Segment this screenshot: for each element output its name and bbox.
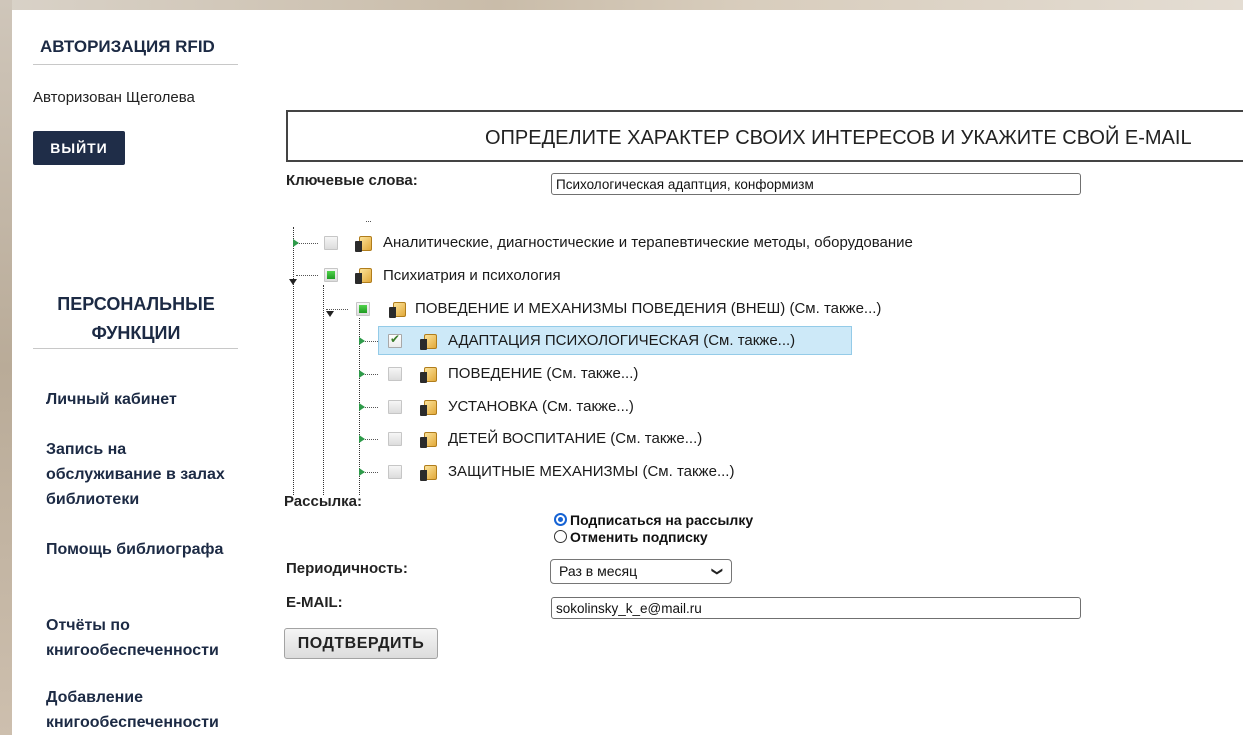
email-field[interactable] bbox=[551, 597, 1081, 619]
folder-icon bbox=[420, 464, 437, 481]
auth-divider bbox=[33, 64, 238, 65]
tree-checkbox-partial[interactable] bbox=[324, 268, 338, 282]
mailing-label: Рассылка: bbox=[284, 493, 363, 510]
tree-guide bbox=[296, 243, 318, 244]
menu-add-book-supply[interactable]: Добавление книгообеспеченности bbox=[46, 685, 246, 735]
keywords-input[interactable] bbox=[551, 173, 1081, 195]
menu-reading-room-booking[interactable]: Запись на обслуживание в залах библиотек… bbox=[46, 437, 246, 512]
tree-guide bbox=[296, 275, 318, 276]
tree-node-label[interactable]: ДЕТЕЙ ВОСПИТАНИЕ (См. также...) bbox=[448, 430, 702, 447]
menu-book-supply-reports[interactable]: Отчёты по книгообеспеченности bbox=[46, 613, 246, 663]
rfid-auth-title: АВТОРИЗАЦИЯ RFID bbox=[40, 37, 215, 56]
period-select-value: Раз в месяц bbox=[559, 563, 638, 579]
tree-guide bbox=[366, 221, 371, 222]
menu-bibliographer-help[interactable]: Помощь библиографа bbox=[46, 537, 246, 562]
tree-node-label[interactable]: ЗАЩИТНЫЕ МЕХАНИЗМЫ (См. также...) bbox=[448, 463, 734, 480]
chevron-down-icon: ❯ bbox=[710, 566, 723, 577]
tree-checkbox[interactable] bbox=[388, 367, 402, 381]
page-header: ОПРЕДЕЛИТЕ ХАРАКТЕР СВОИХ ИНТЕРЕСОВ И УК… bbox=[286, 110, 1243, 162]
personal-divider bbox=[33, 348, 238, 349]
keywords-label: Ключевые слова: bbox=[286, 172, 418, 189]
expand-arrow-icon[interactable] bbox=[359, 435, 365, 443]
collapse-arrow-icon[interactable] bbox=[289, 279, 297, 285]
page-title: ОПРЕДЕЛИТЕ ХАРАКТЕР СВОИХ ИНТЕРЕСОВ И УК… bbox=[485, 127, 1192, 149]
tree-checkbox[interactable] bbox=[324, 236, 338, 250]
personal-functions-title: ПЕРСОНАЛЬНЫЕ ФУНКЦИИ bbox=[57, 294, 215, 343]
window-left-backdrop bbox=[0, 0, 12, 735]
expand-arrow-icon[interactable] bbox=[359, 468, 365, 476]
menu-personal-account[interactable]: Личный кабинет bbox=[46, 387, 246, 412]
period-label: Периодичность: bbox=[286, 560, 408, 577]
tree-node-label[interactable]: Психиатрия и психология bbox=[383, 267, 561, 284]
unsubscribe-label: Отменить подписку bbox=[570, 529, 708, 545]
tree-guide bbox=[323, 285, 324, 495]
folder-icon bbox=[420, 366, 437, 383]
folder-icon bbox=[355, 235, 372, 252]
collapse-arrow-icon[interactable] bbox=[326, 311, 334, 317]
expand-arrow-icon[interactable] bbox=[359, 403, 365, 411]
logout-button[interactable]: ВЫЙТИ bbox=[33, 131, 125, 165]
folder-icon bbox=[389, 301, 406, 318]
period-select[interactable]: Раз в месяц ❯ bbox=[550, 559, 732, 584]
window-top-backdrop bbox=[0, 0, 1243, 10]
subscribe-radio-option[interactable]: Подписаться на рассылку bbox=[554, 512, 753, 528]
tree-checkbox[interactable] bbox=[388, 465, 402, 479]
expand-arrow-icon[interactable] bbox=[359, 370, 365, 378]
radio-unselected-icon[interactable] bbox=[554, 530, 567, 543]
confirm-button[interactable]: ПОДТВЕРДИТЬ bbox=[284, 628, 438, 659]
tree-node-label[interactable]: ПОВЕДЕНИЕ (См. также...) bbox=[448, 365, 638, 382]
unsubscribe-radio-option[interactable]: Отменить подписку bbox=[554, 529, 708, 545]
expand-arrow-icon[interactable] bbox=[359, 337, 365, 345]
folder-icon bbox=[420, 399, 437, 416]
tree-node-label[interactable]: ПОВЕДЕНИЕ И МЕХАНИЗМЫ ПОВЕДЕНИЯ (ВНЕШ) (… bbox=[415, 300, 881, 317]
folder-icon bbox=[420, 333, 437, 350]
expand-arrow-icon[interactable] bbox=[293, 239, 299, 247]
folder-icon bbox=[420, 431, 437, 448]
subscribe-label: Подписаться на рассылку bbox=[570, 512, 754, 528]
folder-icon bbox=[355, 267, 372, 284]
tree-guide bbox=[326, 309, 348, 310]
tree-node-label[interactable]: УСТАНОВКА (См. также...) bbox=[448, 398, 634, 415]
tree-checkbox-checked[interactable] bbox=[388, 332, 402, 348]
radio-selected-icon[interactable] bbox=[554, 513, 567, 526]
tree-checkbox[interactable] bbox=[388, 432, 402, 446]
tree-node-label[interactable]: Аналитические, диагностические и терапев… bbox=[383, 234, 913, 251]
tree-checkbox-partial[interactable] bbox=[356, 302, 370, 316]
tree-guide bbox=[293, 227, 294, 495]
email-label: E-MAIL: bbox=[286, 594, 343, 611]
authorized-user-text: Авторизован Щеголева bbox=[33, 89, 195, 106]
tree-node-label[interactable]: АДАПТАЦИЯ ПСИХОЛОГИЧЕСКАЯ (См. также...) bbox=[448, 332, 795, 349]
tree-checkbox[interactable] bbox=[388, 400, 402, 414]
